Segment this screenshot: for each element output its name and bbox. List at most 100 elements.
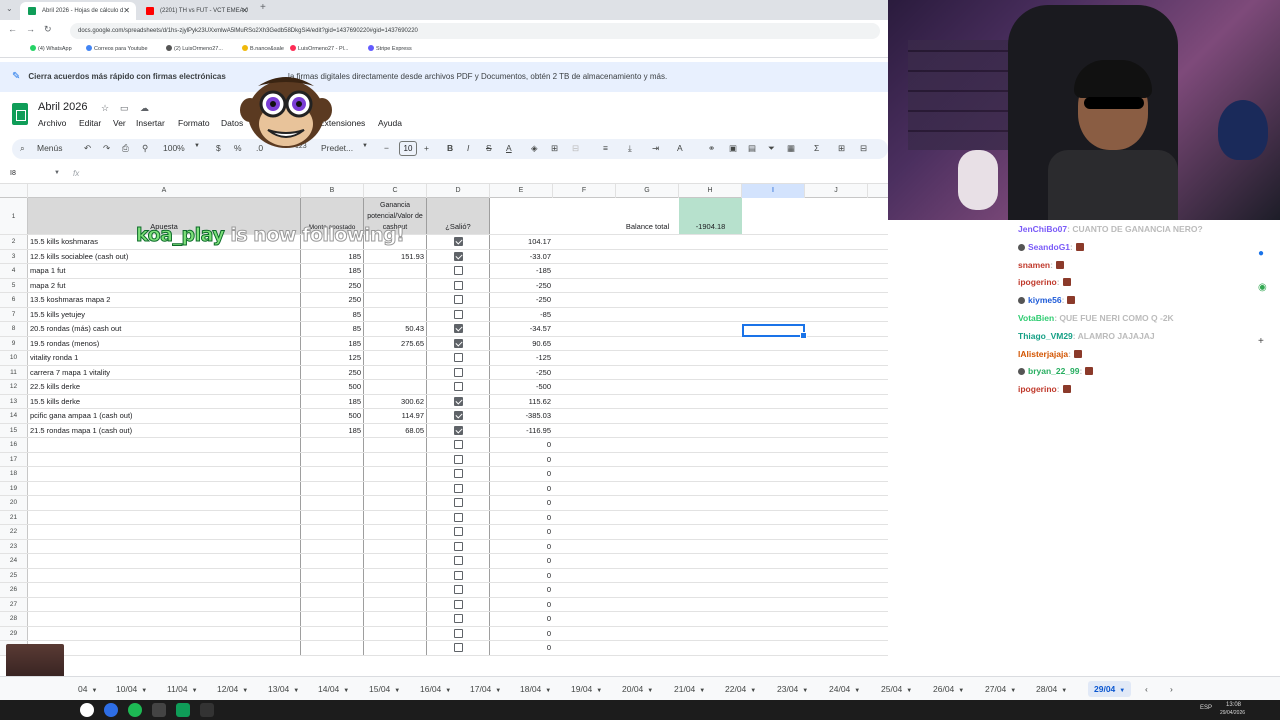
chevron-down-icon[interactable]: ▼ — [906, 688, 912, 694]
column-header-c[interactable]: C — [364, 184, 427, 198]
cell-salio[interactable] — [427, 351, 490, 365]
select-all-corner[interactable] — [0, 184, 28, 198]
filter-views-icon[interactable]: ▦ — [787, 143, 795, 154]
column-header-j[interactable]: J — [805, 184, 868, 198]
checkbox-unchecked[interactable] — [453, 643, 463, 653]
text-color-icon[interactable]: A — [506, 143, 512, 153]
cell-ganancia[interactable] — [364, 438, 427, 452]
cell-resultado[interactable]: 0 — [490, 627, 553, 641]
cell-ganancia[interactable] — [364, 293, 427, 307]
cell-resultado[interactable]: 115.62 — [490, 395, 553, 409]
cell-salio[interactable] — [427, 641, 490, 655]
column-header-h[interactable]: H — [679, 184, 742, 198]
row-number[interactable]: 24 — [0, 554, 28, 568]
cell-resultado[interactable]: -125 — [490, 351, 553, 365]
cell-salio[interactable] — [427, 452, 490, 466]
row-number[interactable]: 22 — [0, 525, 28, 539]
cell-ganancia[interactable]: 50.43 — [364, 322, 427, 336]
cell-ganancia[interactable] — [364, 612, 427, 626]
sheet-tab[interactable]: 14/04 ▼ — [318, 681, 349, 697]
document-title[interactable]: Abril 2026 — [38, 101, 88, 113]
chevron-down-icon[interactable]: ▼ — [54, 170, 60, 176]
sheet-tab[interactable]: 16/04 ▼ — [420, 681, 451, 697]
vertical-align-icon[interactable]: ⤓ — [628, 143, 632, 154]
contacts-icon[interactable]: ● — [1258, 248, 1264, 259]
checkbox-unchecked[interactable] — [453, 309, 463, 319]
checkbox-checked[interactable] — [453, 338, 463, 348]
cell-resultado[interactable]: 104.17 — [490, 235, 553, 249]
chevron-down-icon[interactable]: ▼ — [1061, 688, 1067, 694]
cell-monto[interactable] — [301, 539, 364, 553]
cell-salio[interactable] — [427, 496, 490, 510]
spotify-icon[interactable] — [128, 703, 142, 717]
row-number[interactable]: 13 — [0, 394, 28, 408]
checkbox-unchecked[interactable] — [453, 353, 463, 363]
cell-resultado[interactable]: 0 — [490, 453, 553, 467]
checkbox-unchecked[interactable] — [453, 556, 463, 566]
cell-salio[interactable] — [427, 554, 490, 568]
cell-apuesta[interactable]: mapa 2 fut — [28, 278, 301, 292]
close-icon[interactable]: ✕ — [241, 2, 248, 20]
cell-resultado[interactable]: -185 — [490, 264, 553, 278]
cell-resultado[interactable]: -385.03 — [490, 409, 553, 423]
maps-icon[interactable]: ◉ — [1258, 282, 1267, 293]
row-number[interactable]: 5 — [0, 278, 28, 292]
column-header-f[interactable]: F — [553, 184, 616, 198]
cell-apuesta[interactable]: carrera 7 mapa 1 vitality — [28, 365, 301, 379]
row-number[interactable]: 14 — [0, 409, 28, 423]
cell-salio[interactable] — [427, 597, 490, 611]
row-number[interactable]: 4 — [0, 264, 28, 278]
cell-apuesta[interactable]: 22.5 kills derke — [28, 380, 301, 394]
sheets-taskbar-icon[interactable] — [176, 703, 190, 717]
checkbox-unchecked[interactable] — [453, 367, 463, 377]
sheet-tab[interactable]: 23/04 ▼ — [777, 681, 808, 697]
cell-ganancia[interactable] — [364, 467, 427, 481]
row-number[interactable]: 3 — [0, 249, 28, 263]
chevron-down-icon[interactable]: ▼ — [394, 688, 400, 694]
reload-icon[interactable]: ↻ — [44, 24, 52, 35]
browser-icon[interactable] — [104, 703, 118, 717]
sheet-tab[interactable]: 25/04 ▼ — [881, 681, 912, 697]
forward-icon[interactable]: → — [26, 24, 35, 34]
checkbox-unchecked[interactable] — [453, 541, 463, 551]
checkbox-checked[interactable] — [453, 251, 463, 261]
cell-salio[interactable] — [427, 293, 490, 307]
cell-apuesta[interactable] — [28, 525, 301, 539]
url-field[interactable]: docs.google.com/spreadsheets/d/1hs-zjylP… — [70, 23, 880, 39]
sheet-tab[interactable]: 22/04 ▼ — [725, 681, 756, 697]
column-header-e[interactable]: E — [490, 184, 553, 198]
header-salio[interactable]: ¿Salió? — [427, 198, 490, 234]
row-number[interactable]: 16 — [0, 438, 28, 452]
cell-salio[interactable] — [427, 583, 490, 597]
checkbox-checked[interactable] — [453, 425, 463, 435]
row-number[interactable]: 18 — [0, 467, 28, 481]
checkbox-unchecked[interactable] — [453, 440, 463, 450]
menu-formato[interactable]: Formato — [178, 118, 210, 128]
checkbox-checked[interactable] — [453, 396, 463, 406]
bookmark-tiktok[interactable]: LuisOrmeno27 - Pl... — [290, 45, 348, 52]
cell-apuesta[interactable] — [28, 467, 301, 481]
expand-icon[interactable]: ⊟ — [860, 143, 867, 154]
row-number[interactable]: 17 — [0, 452, 28, 466]
cell-ganancia[interactable] — [364, 452, 427, 466]
sheet-tab[interactable]: 15/04 ▼ — [369, 681, 400, 697]
checkbox-unchecked[interactable] — [453, 454, 463, 464]
chevron-down-icon[interactable]: ▼ — [91, 688, 97, 694]
cell-resultado[interactable]: 0 — [490, 438, 553, 452]
checkbox-unchecked[interactable] — [453, 498, 463, 508]
paint-format-icon[interactable]: ⚲ — [142, 143, 148, 154]
zoom-select[interactable]: 100% — [163, 143, 185, 153]
cell-resultado[interactable]: 0 — [490, 540, 553, 554]
cell-salio[interactable] — [427, 249, 490, 263]
cell-monto[interactable]: 250 — [301, 365, 364, 379]
chart-icon[interactable]: ▤ — [748, 143, 756, 154]
cell-apuesta[interactable] — [28, 510, 301, 524]
chevron-down-icon[interactable]: ▼ — [750, 688, 756, 694]
close-icon[interactable]: ✕ — [123, 2, 130, 20]
checkbox-unchecked[interactable] — [453, 570, 463, 580]
cell-apuesta[interactable]: 15.5 kills derke — [28, 394, 301, 408]
bookmark-whatsapp[interactable]: (4) WhatsApp — [30, 45, 72, 52]
row-number[interactable]: 1 — [0, 198, 28, 234]
cell-monto[interactable]: 250 — [301, 293, 364, 307]
increase-font-icon[interactable]: + — [424, 143, 429, 153]
